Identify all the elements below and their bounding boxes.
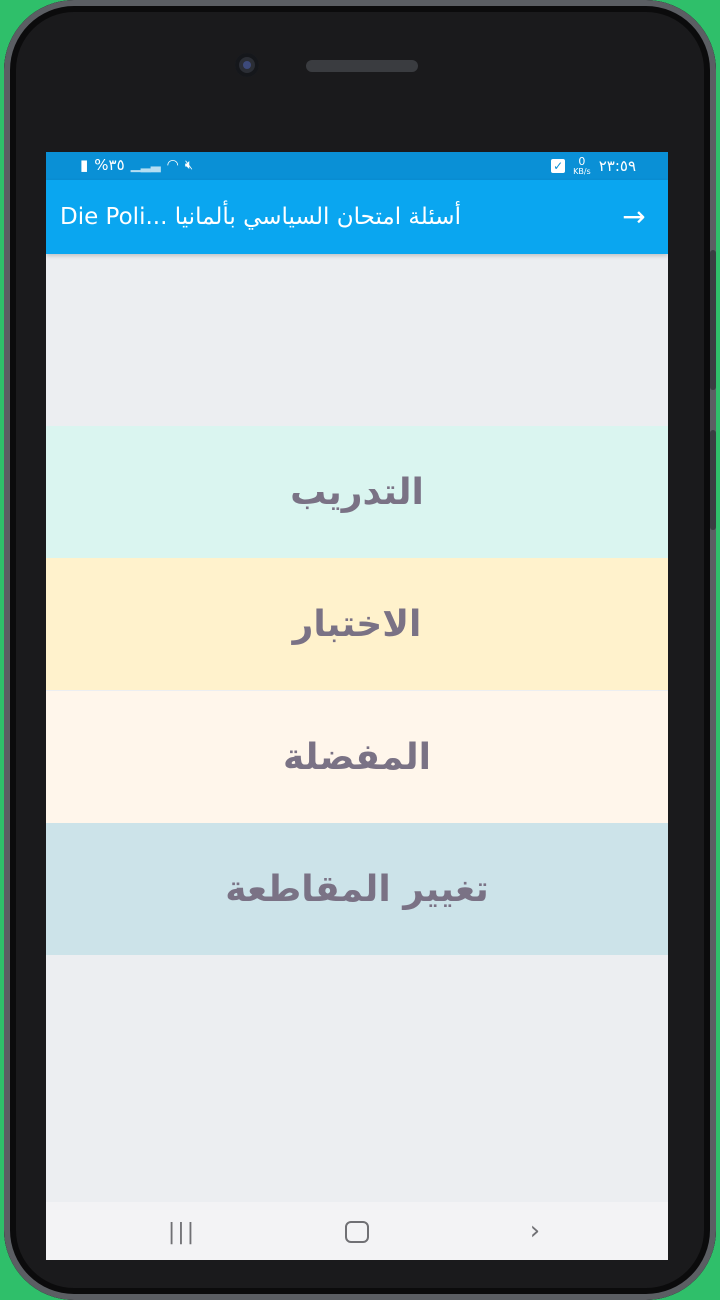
status-right: ✓ 0 KB/s ٢٣:٥٩ <box>551 156 636 176</box>
power-button <box>710 430 716 530</box>
recents-button[interactable]: ||| <box>162 1216 202 1246</box>
checkbox-notification-icon: ✓ <box>551 159 566 173</box>
data-speed: 0 KB/s <box>573 156 591 176</box>
volume-button <box>710 250 716 390</box>
battery-icon: ▮ <box>80 156 89 174</box>
data-speed-unit: KB/s <box>573 167 591 176</box>
arrow-right-icon: → <box>622 200 646 233</box>
wifi-icon: ◠ <box>166 157 179 173</box>
back-nav-button[interactable]: › <box>515 1216 555 1246</box>
chevron-right-icon: › <box>529 1216 541 1246</box>
earpiece-speaker <box>306 60 418 72</box>
menu-item-change-region[interactable]: تغيير المقاطعة <box>46 823 668 955</box>
menu-item-training-label: التدريب <box>290 471 424 513</box>
menu-item-training[interactable]: التدريب <box>46 426 668 558</box>
recents-icon: ||| <box>167 1220 197 1245</box>
home-button[interactable] <box>337 1216 377 1246</box>
front-camera <box>235 53 259 77</box>
signal-icon: ▁▂▃ <box>130 157 161 173</box>
menu-item-change-region-label: تغيير المقاطعة <box>225 868 489 910</box>
status-left: ▮ %٣٥ ▁▂▃ ◠ 🔇︎ <box>80 156 193 174</box>
home-icon <box>345 1220 369 1243</box>
menu-item-favorites[interactable]: المفضلة <box>46 691 668 823</box>
status-time: ٢٣:٥٩ <box>598 157 636 175</box>
menu-item-test[interactable]: الاختبار <box>46 558 668 690</box>
navigation-bar: ||| › <box>46 1202 668 1260</box>
screen: ▮ %٣٥ ▁▂▃ ◠ 🔇︎ ✓ 0 KB/s ٢٣:٥٩ أسئلة امتح… <box>46 152 668 1260</box>
battery-level: %٣٥ <box>94 156 125 174</box>
status-bar: ▮ %٣٥ ▁▂▃ ◠ 🔇︎ ✓ 0 KB/s ٢٣:٥٩ <box>46 152 668 180</box>
menu-item-favorites-label: المفضلة <box>283 736 431 778</box>
data-speed-value: 0 <box>578 155 586 168</box>
menu-item-test-label: الاختبار <box>292 603 422 645</box>
page-title: أسئلة امتحان السياسي بألمانيا ...Die Pol… <box>60 204 461 230</box>
mute-icon: 🔇︎ <box>184 157 194 173</box>
back-button[interactable]: → <box>614 197 654 237</box>
app-bar: أسئلة امتحان السياسي بألمانيا ...Die Pol… <box>46 180 668 254</box>
